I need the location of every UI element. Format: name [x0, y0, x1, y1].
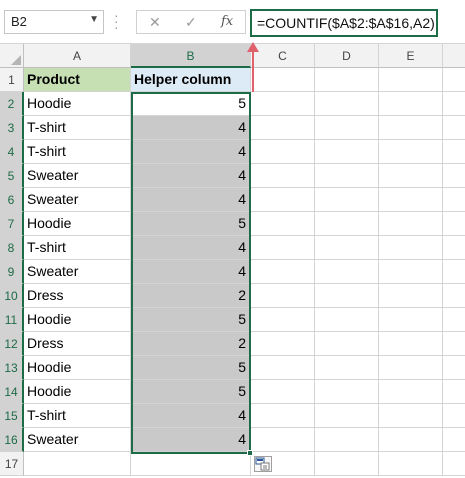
header-cell-product[interactable]: Product	[24, 68, 131, 92]
cell[interactable]	[24, 452, 131, 476]
row-header-1[interactable]: 1	[0, 68, 24, 92]
product-cell[interactable]: T-shirt	[24, 236, 131, 260]
select-all-icon	[11, 55, 21, 65]
count-cell[interactable]: 4	[131, 116, 251, 140]
product-cell[interactable]: T-shirt	[24, 404, 131, 428]
row-header-11[interactable]: 11	[0, 308, 24, 332]
row-header-5[interactable]: 5	[0, 164, 24, 188]
select-all-button[interactable]	[0, 44, 24, 68]
formula-buttons: ✕ ✓ fx	[136, 10, 246, 34]
active-cell[interactable]: 5	[131, 92, 251, 116]
row-header-9[interactable]: 9	[0, 260, 24, 284]
cancel-icon[interactable]: ✕	[149, 14, 161, 31]
column-header-b[interactable]: B	[131, 44, 251, 68]
cell[interactable]	[379, 68, 443, 92]
enter-icon[interactable]: ✓	[185, 14, 197, 31]
product-cell[interactable]: Hoodie	[24, 212, 131, 236]
paste-options-button[interactable]	[254, 456, 272, 472]
row-header-12[interactable]: 12	[0, 332, 24, 356]
row-header-4[interactable]: 4	[0, 140, 24, 164]
cell[interactable]	[443, 68, 465, 92]
product-cell[interactable]: Dress	[24, 284, 131, 308]
row-header-3[interactable]: 3	[0, 116, 24, 140]
column-header-d[interactable]: D	[315, 44, 379, 68]
chevron-down-icon[interactable]: ▼	[89, 14, 99, 25]
count-cell[interactable]: 5	[131, 308, 251, 332]
row-header-6[interactable]: 6	[0, 188, 24, 212]
column-header-a[interactable]: A	[24, 44, 131, 68]
count-cell[interactable]: 4	[131, 164, 251, 188]
product-cell[interactable]: Sweater	[24, 428, 131, 452]
row-header-2[interactable]: 2	[0, 92, 24, 116]
more-options-icon[interactable]: · · ·	[114, 8, 124, 34]
count-cell[interactable]: 4	[131, 404, 251, 428]
row-header-8[interactable]: 8	[0, 236, 24, 260]
count-cell[interactable]: 4	[131, 428, 251, 452]
count-cell[interactable]: 4	[131, 140, 251, 164]
insert-function-icon[interactable]: fx	[221, 14, 233, 29]
pointer-arrow-icon	[247, 42, 259, 92]
row-header-13[interactable]: 13	[0, 356, 24, 380]
formula-input[interactable]: =COUNTIF($A$2:$A$16,A2)	[250, 9, 438, 37]
row-header-17[interactable]: 17	[0, 452, 24, 476]
count-cell[interactable]: 2	[131, 284, 251, 308]
product-cell[interactable]: T-shirt	[24, 140, 131, 164]
count-cell[interactable]: 4	[131, 260, 251, 284]
row-header-14[interactable]: 14	[0, 380, 24, 404]
column-header-e[interactable]: E	[379, 44, 443, 68]
product-cell[interactable]: Sweater	[24, 260, 131, 284]
header-cell-helper[interactable]: Helper column	[131, 68, 251, 92]
name-box-value: B2	[11, 14, 27, 29]
product-cell[interactable]: T-shirt	[24, 116, 131, 140]
product-cell[interactable]: Sweater	[24, 188, 131, 212]
count-cell[interactable]: 5	[131, 380, 251, 404]
count-cell[interactable]: 4	[131, 188, 251, 212]
row-header-10[interactable]: 10	[0, 284, 24, 308]
paste-options-icon	[255, 457, 270, 471]
product-cell[interactable]: Dress	[24, 332, 131, 356]
row-header-16[interactable]: 16	[0, 428, 24, 452]
product-cell[interactable]: Hoodie	[24, 308, 131, 332]
fill-handle[interactable]	[247, 450, 253, 456]
product-cell[interactable]: Sweater	[24, 164, 131, 188]
count-cell[interactable]: 4	[131, 236, 251, 260]
cell[interactable]	[131, 452, 251, 476]
product-cell[interactable]: Hoodie	[24, 380, 131, 404]
count-cell[interactable]: 5	[131, 212, 251, 236]
empty-cells-area[interactable]	[251, 92, 465, 476]
cell[interactable]	[315, 68, 379, 92]
count-cell[interactable]: 2	[131, 332, 251, 356]
column-header-c[interactable]: C	[251, 44, 315, 68]
name-box[interactable]: B2 ▼	[4, 10, 104, 34]
product-cell[interactable]: Hoodie	[24, 356, 131, 380]
row-header-7[interactable]: 7	[0, 212, 24, 236]
count-cell[interactable]: 5	[131, 356, 251, 380]
column-header-f[interactable]	[443, 44, 465, 68]
row-header-15[interactable]: 15	[0, 404, 24, 428]
product-cell[interactable]: Hoodie	[24, 92, 131, 116]
cell[interactable]	[251, 68, 315, 92]
